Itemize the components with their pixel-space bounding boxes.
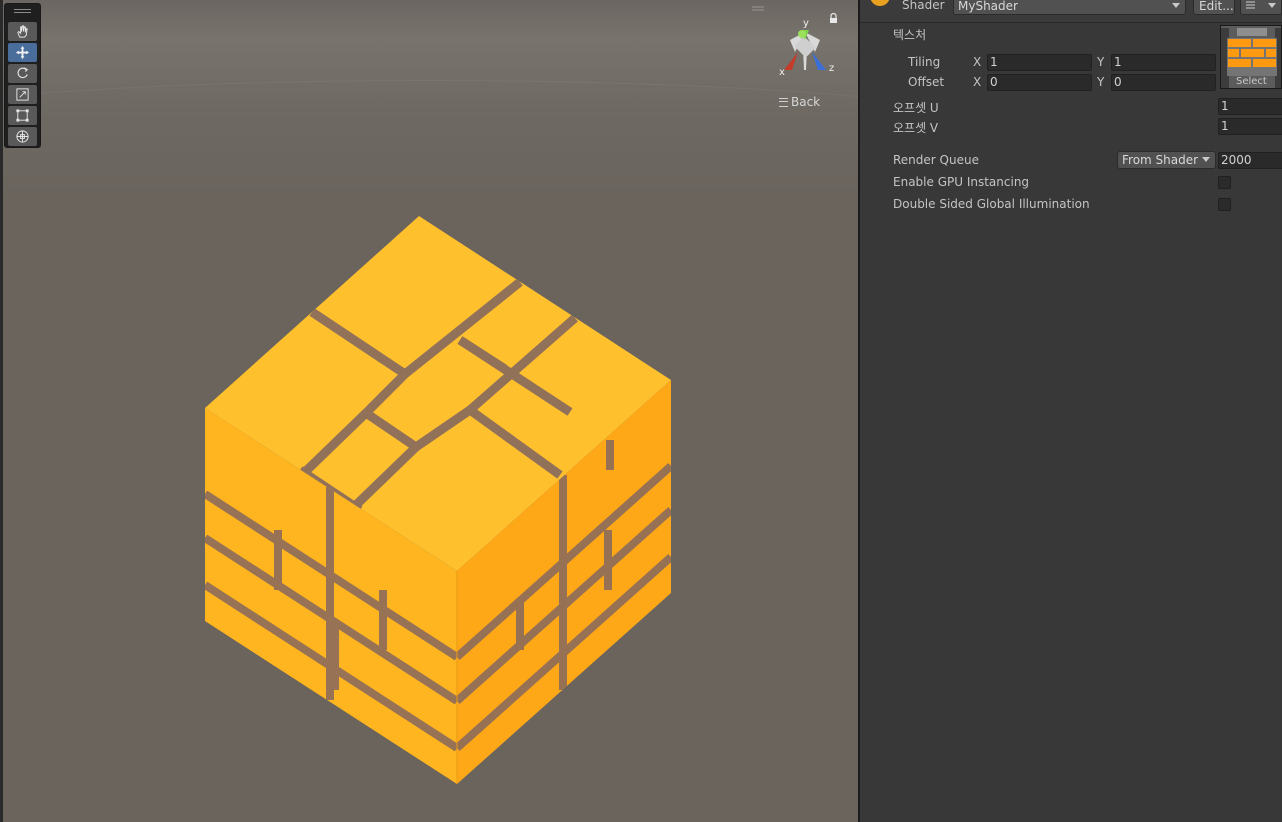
projection-back-button[interactable]: Back — [779, 94, 820, 110]
texture-label: 텍스처 — [893, 28, 927, 42]
menu-bars-icon — [779, 97, 788, 107]
rotate-icon — [17, 67, 29, 79]
tiling-y-label: Y — [1097, 55, 1105, 69]
edit-shader-button[interactable]: Edit... — [1193, 0, 1235, 15]
tiling-label: Tiling — [908, 55, 941, 69]
render-queue-field[interactable]: 2000 — [1218, 152, 1282, 169]
gizmo-menu-icon[interactable] — [751, 5, 765, 12]
chevron-down-icon — [1202, 157, 1210, 162]
gizmo-z-cone[interactable] — [812, 52, 826, 70]
rotate-tool-button[interactable] — [8, 64, 37, 83]
double-sided-gi-checkbox[interactable] — [1218, 198, 1231, 211]
scene-view[interactable]: y x z Back — [0, 0, 858, 822]
offset-v-label: 오프셋 V — [893, 121, 939, 135]
gizmo-z-label: z — [829, 63, 834, 74]
brick-cube[interactable] — [0, 0, 858, 822]
material-inspector: Shader MyShader Edit... 텍스처 Tiling X 1 Y… — [860, 0, 1282, 822]
gpu-instancing-checkbox[interactable] — [1218, 176, 1231, 189]
rect-transform-icon — [16, 109, 29, 122]
offset-u-label: 오프셋 U — [893, 101, 939, 115]
palette-grip-icon[interactable] — [14, 9, 31, 10]
material-icon — [870, 0, 890, 6]
double-sided-gi-label: Double Sided Global Illumination — [893, 197, 1090, 211]
offset-u-field[interactable]: 1 — [1218, 98, 1282, 115]
chevron-down-icon — [1268, 3, 1276, 8]
transform-tool-button[interactable] — [8, 127, 37, 146]
tiling-x-field[interactable]: 1 — [987, 54, 1092, 71]
gizmo-y-label: y — [803, 18, 809, 29]
scale-icon — [16, 88, 29, 101]
shader-value: MyShader — [958, 0, 1018, 13]
hand-icon — [17, 25, 28, 38]
tiling-x-label: X — [973, 55, 982, 69]
shader-options-button[interactable] — [1240, 0, 1282, 15]
orientation-gizmo[interactable]: y x z — [770, 12, 840, 82]
scale-tool-button[interactable] — [8, 85, 37, 104]
edit-button-label: Edit... — [1199, 0, 1234, 13]
render-queue-label: Render Queue — [893, 153, 979, 167]
offset-x-field[interactable]: 0 — [987, 74, 1092, 91]
gizmo-x-label: x — [779, 67, 785, 78]
offset-y-label: Y — [1097, 75, 1105, 89]
offset-y-field[interactable]: 0 — [1111, 74, 1216, 91]
list-icon — [1246, 1, 1255, 9]
gpu-instancing-label: Enable GPU Instancing — [893, 175, 1030, 189]
shader-row: Shader MyShader Edit... — [860, 0, 1282, 23]
shader-dropdown[interactable]: MyShader — [953, 0, 1186, 15]
rect-tool-button[interactable] — [8, 106, 37, 125]
hand-tool-button[interactable] — [8, 22, 37, 41]
shader-label: Shader — [902, 0, 945, 12]
tiling-y-field[interactable]: 1 — [1111, 54, 1216, 71]
texture-select-button[interactable]: Select — [1236, 76, 1267, 87]
render-queue-mode-value: From Shader — [1122, 153, 1199, 167]
move-arrows-icon — [15, 45, 30, 60]
offset-label: Offset — [908, 75, 945, 89]
offset-x-label: X — [973, 75, 982, 89]
move-tool-button[interactable] — [8, 43, 37, 62]
back-label: Back — [791, 95, 821, 109]
scene-left-border — [0, 0, 3, 822]
transform-icon — [16, 130, 29, 143]
gizmo-x-cone[interactable] — [784, 52, 798, 70]
tool-palette — [4, 3, 41, 148]
offset-v-field[interactable]: 1 — [1218, 118, 1282, 135]
render-queue-mode-dropdown[interactable]: From Shader — [1117, 151, 1216, 169]
chevron-down-icon — [1172, 3, 1180, 8]
